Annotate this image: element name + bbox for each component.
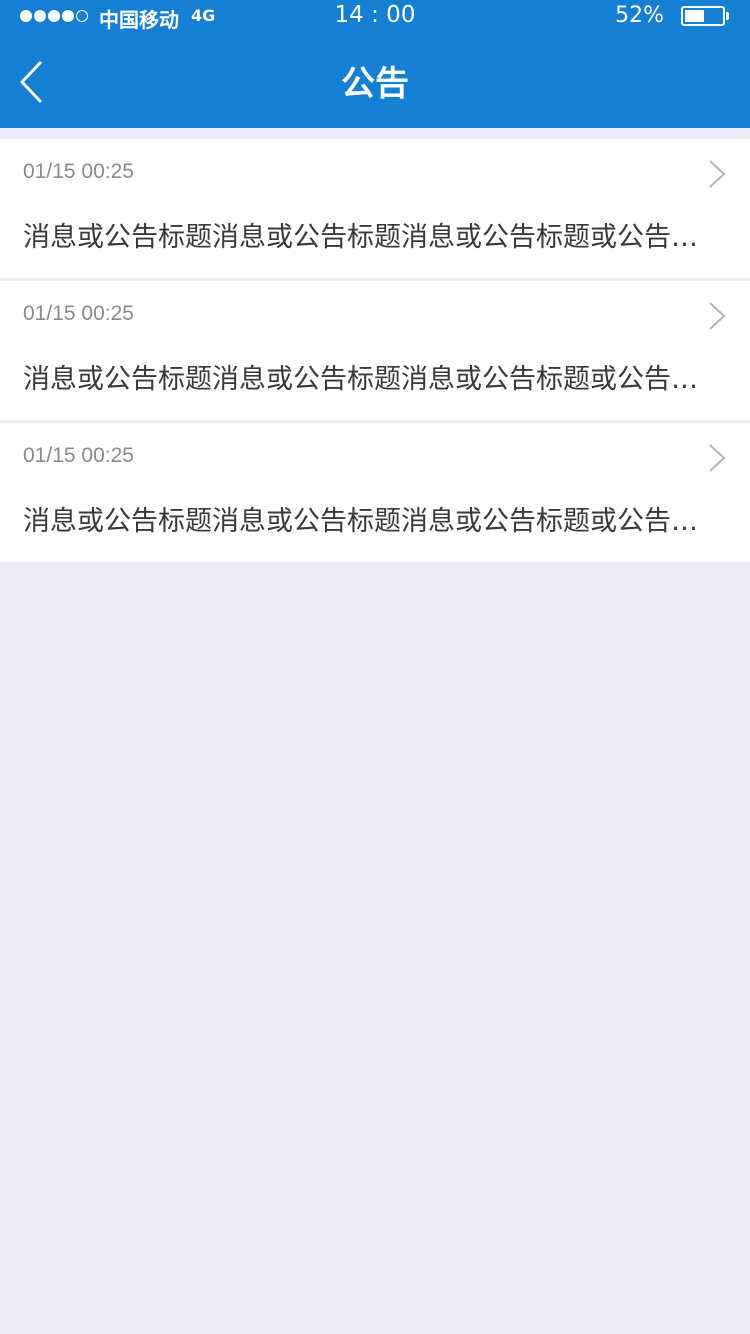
notice-date: 01/15 00:25 <box>23 160 134 183</box>
notice-title: 消息或公告标题消息或公告标题消息或公告标题或公告标题 <box>23 364 723 395</box>
notice-item[interactable]: 01/15 00:25 消息或公告标题消息或公告标题消息或公告标题或公告标题 <box>0 423 750 562</box>
battery-tip <box>726 12 729 20</box>
page-title: 公告 <box>341 64 409 104</box>
battery-icon <box>681 6 725 26</box>
battery-percent: 52% <box>615 3 664 28</box>
chevron-right-icon <box>709 160 726 188</box>
notice-title: 消息或公告标题消息或公告标题消息或公告标题或公告标题 <box>23 222 723 253</box>
chevron-right-icon <box>709 302 726 330</box>
status-bar: 中国移动 4G 14 : 00 52% <box>0 0 750 34</box>
notice-title: 消息或公告标题消息或公告标题消息或公告标题或公告标题 <box>23 506 723 537</box>
notice-item[interactable]: 01/15 00:25 消息或公告标题消息或公告标题消息或公告标题或公告标题 <box>0 139 750 281</box>
battery-fill <box>685 10 704 22</box>
notice-date: 01/15 00:25 <box>23 302 134 325</box>
chevron-right-icon <box>709 444 726 472</box>
notice-list: 01/15 00:25 消息或公告标题消息或公告标题消息或公告标题或公告标题 0… <box>0 139 750 562</box>
app-header: 中国移动 4G 14 : 00 52% 公告 <box>0 0 750 128</box>
notice-item[interactable]: 01/15 00:25 消息或公告标题消息或公告标题消息或公告标题或公告标题 <box>0 281 750 423</box>
notice-date: 01/15 00:25 <box>23 444 134 467</box>
